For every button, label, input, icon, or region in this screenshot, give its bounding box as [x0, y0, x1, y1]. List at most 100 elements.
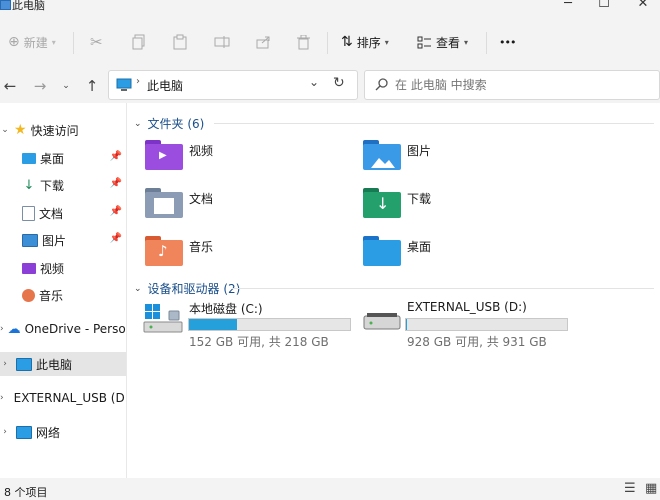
close-button[interactable]: ✕ — [633, 0, 653, 12]
pictures-icon — [22, 233, 38, 247]
pin-icon[interactable]: 📌 — [110, 151, 122, 162]
window-title: 此电脑 — [12, 0, 45, 12]
sidebar-item-label: 网络 — [36, 425, 61, 440]
drive-item-d[interactable]: EXTERNAL_USB (D:) 928 GB 可用, 共 931 GB — [363, 300, 573, 349]
sidebar-item-this-pc[interactable]: › 此电脑 — [0, 352, 126, 376]
downloads-folder-icon: ↓ — [363, 188, 401, 218]
drive-usage-bar — [405, 318, 568, 331]
drive-item-c[interactable]: 本地磁盘 (C:) 152 GB 可用, 共 218 GB — [143, 300, 353, 349]
chevron-right-icon: › — [3, 427, 7, 437]
back-button[interactable]: ← — [0, 76, 20, 96]
arrow-up-icon: ↑ — [85, 77, 99, 95]
tiles-view-icon: ▦ — [645, 481, 658, 496]
folder-item-documents[interactable]: 文档 — [145, 188, 345, 224]
cut-button[interactable]: ✂ — [90, 30, 103, 54]
content-pane: ⌄ 文件夹 (6) ▶ 视频 图片 文档 ↓ 下载 ♪ 音乐 桌面 ⌄ 设备和驱… — [127, 103, 660, 478]
details-view-icon: ☰ — [624, 481, 636, 496]
address-history-dropdown[interactable]: ⌄ — [309, 75, 319, 89]
address-bar[interactable]: › 此电脑 ⌄ ↻ — [108, 70, 358, 100]
delete-button[interactable] — [297, 30, 310, 54]
music-icon — [22, 288, 35, 302]
sidebar-item-label: 视频 — [40, 261, 65, 276]
drive-usage-fill — [406, 319, 407, 330]
sidebar-item-quick-access[interactable]: ⌄ ★ 快速访问 — [0, 118, 126, 142]
copy-button[interactable] — [132, 30, 146, 54]
maximize-button[interactable]: ☐ — [594, 0, 614, 12]
folder-item-downloads[interactable]: ↓ 下载 — [363, 188, 563, 224]
folder-name: 音乐 — [189, 240, 214, 254]
breadcrumb-separator-icon: › — [136, 76, 140, 87]
more-button[interactable]: ••• — [499, 30, 516, 54]
sidebar-item-videos[interactable]: 视频 — [0, 256, 126, 280]
new-button[interactable]: ⊕ 新建 ▾ — [8, 30, 56, 54]
details-view-button[interactable]: ☰ — [624, 481, 636, 496]
refresh-icon: ↻ — [333, 75, 345, 91]
up-button[interactable]: ↑ — [82, 76, 102, 96]
divider — [73, 32, 74, 54]
tiles-view-button[interactable]: ▦ — [645, 481, 657, 496]
sidebar-item-label: 桌面 — [40, 151, 65, 166]
rename-button[interactable] — [214, 30, 230, 54]
video-folder-icon: ▶ — [145, 140, 183, 170]
desktop-icon — [22, 152, 36, 164]
clipboard-icon — [173, 34, 187, 50]
group-divider — [232, 288, 654, 289]
view-label: 查看 — [436, 35, 461, 50]
sidebar-item-label: 图片 — [42, 233, 67, 248]
sidebar-item-label: EXTERNAL_USB (D: — [13, 391, 127, 405]
sidebar-item-documents[interactable]: 文档 📌 — [0, 201, 126, 225]
view-button[interactable]: 查看 ▾ — [417, 30, 468, 54]
scissors-icon: ✂ — [90, 33, 103, 51]
sort-button[interactable]: ⇅ 排序 ▾ — [341, 30, 389, 54]
monitor-icon — [16, 357, 32, 371]
network-icon — [16, 425, 32, 439]
group-divider — [214, 123, 654, 124]
sidebar-item-label: 此电脑 — [36, 357, 73, 372]
minimize-button[interactable]: ─ — [558, 0, 578, 12]
folders-group-label: 文件夹 (6) — [147, 117, 205, 131]
folder-item-music[interactable]: ♪ 音乐 — [145, 236, 345, 272]
pin-icon[interactable]: 📌 — [110, 178, 122, 189]
chevron-right-icon: › — [0, 393, 4, 403]
folders-group-header[interactable]: ⌄ 文件夹 (6) — [134, 115, 204, 132]
chevron-down-icon: ⌄ — [134, 118, 142, 129]
download-arrow-icon: ↓ — [23, 177, 35, 193]
breadcrumb-this-pc[interactable]: 此电脑 — [147, 77, 183, 94]
drives-group-label: 设备和驱动器 (2) — [147, 282, 241, 296]
paste-button[interactable] — [173, 30, 187, 54]
folder-item-desktop[interactable]: 桌面 — [363, 236, 563, 272]
sidebar-item-pictures[interactable]: 图片 📌 — [0, 228, 126, 252]
usb-drive-icon — [363, 313, 401, 330]
sidebar-item-downloads[interactable]: ↓ 下载 📌 — [0, 173, 126, 197]
folder-item-videos[interactable]: ▶ 视频 — [145, 140, 345, 176]
drive-usage-text: 152 GB 可用, 共 218 GB — [189, 335, 329, 349]
sidebar-item-external-usb[interactable]: › EXTERNAL_USB (D: — [0, 386, 126, 410]
chevron-down-icon: ⌄ — [134, 283, 142, 294]
pictures-folder-icon — [363, 140, 401, 170]
drives-group-header[interactable]: ⌄ 设备和驱动器 (2) — [134, 280, 240, 297]
sidebar-item-music[interactable]: 音乐 — [0, 283, 126, 307]
sort-arrows-icon: ⇅ — [341, 34, 353, 50]
arrow-left-icon: ← — [3, 77, 17, 95]
share-button[interactable] — [256, 30, 271, 54]
forward-button[interactable]: → — [30, 76, 50, 96]
recent-locations-button[interactable]: ⌄ — [56, 76, 76, 96]
sidebar-item-onedrive[interactable]: › ☁ OneDrive - Persona — [0, 317, 126, 341]
sidebar-item-network[interactable]: › 网络 — [0, 420, 126, 444]
divider — [327, 32, 328, 54]
pin-icon[interactable]: 📌 — [110, 233, 122, 244]
chevron-down-icon: ▾ — [464, 37, 469, 47]
cloud-icon: ☁ — [7, 321, 21, 337]
plus-circle-icon: ⊕ — [8, 34, 20, 50]
folder-item-pictures[interactable]: 图片 — [363, 140, 563, 176]
search-box[interactable] — [364, 70, 660, 100]
divider — [486, 32, 487, 54]
search-icon — [375, 78, 388, 91]
sidebar-item-label: 下载 — [40, 178, 65, 193]
search-input[interactable] — [393, 75, 647, 95]
pin-icon[interactable]: 📌 — [110, 206, 122, 217]
sidebar-item-desktop[interactable]: 桌面 📌 — [0, 146, 126, 170]
new-label: 新建 — [23, 35, 48, 50]
command-bar: ⊕ 新建 ▾ ✂ ⇅ 排序 ▾ 查看 ▾ ••• — [0, 14, 660, 71]
refresh-button[interactable]: ↻ — [333, 75, 345, 91]
